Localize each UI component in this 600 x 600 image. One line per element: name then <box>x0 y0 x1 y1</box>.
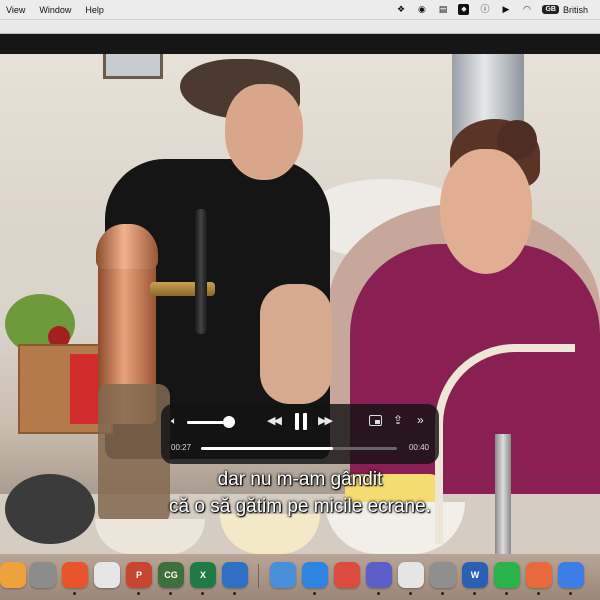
microsoft-office-icon[interactable] <box>94 562 120 588</box>
running-indicator <box>473 592 476 595</box>
current-time: 00:27 <box>171 443 192 452</box>
beer-tap-handle <box>195 209 207 334</box>
menu-bar: View Window Help ❖ ◉ ▤ ◆ ⓘ ▶ ◠ GB Britis… <box>0 0 600 20</box>
running-indicator <box>137 592 140 595</box>
word-icon[interactable]: W <box>462 562 488 588</box>
window-titlebar <box>0 20 600 34</box>
wall-picture <box>103 54 163 79</box>
menu-bar-left: View Window Help <box>0 5 104 15</box>
running-indicator <box>505 592 508 595</box>
running-indicator <box>441 592 444 595</box>
system-settings-icon[interactable] <box>430 562 456 588</box>
progress-fill <box>201 447 334 450</box>
running-indicator <box>409 592 412 595</box>
excel-icon[interactable]: X <box>190 562 216 588</box>
running-indicator <box>377 592 380 595</box>
picture-in-picture-button[interactable] <box>369 415 382 426</box>
quicktime-icon[interactable] <box>558 562 584 588</box>
dock: P CG X W <box>0 562 600 590</box>
info-icon[interactable]: ⓘ <box>479 4 490 15</box>
rewind-button[interactable]: ◀◀ <box>267 416 282 427</box>
subtitle-line-1: dar nu m-am gândit <box>217 469 383 490</box>
running-indicator <box>537 592 540 595</box>
subtitle-overlay: dar nu m-am gândit că o să gătim pe mici… <box>0 466 600 520</box>
more-options-button[interactable]: » <box>417 414 424 426</box>
desktop-screen: View Window Help ❖ ◉ ▤ ◆ ⓘ ▶ ◠ GB Britis… <box>0 0 600 600</box>
menu-help[interactable]: Help <box>85 5 104 15</box>
wifi-icon[interactable]: ◠ <box>521 4 532 15</box>
menu-view[interactable]: View <box>6 5 25 15</box>
play-icon[interactable]: ▶ <box>500 4 511 15</box>
camera-icon[interactable]: ◉ <box>416 4 427 15</box>
running-indicator <box>313 592 316 595</box>
clipboard-icon[interactable]: ▤ <box>437 4 448 15</box>
playback-controls: 🔈︎ ◀◀ ▶▶ ⇪ » 00:27 00:40 <box>161 404 439 464</box>
safari-icon[interactable] <box>302 562 328 588</box>
dock-separator <box>258 564 259 588</box>
mail-app-icon[interactable] <box>222 562 248 588</box>
volume-level <box>187 421 226 424</box>
volume-slider-knob[interactable] <box>223 416 236 428</box>
input-source-label: British <box>562 4 588 15</box>
running-indicator <box>201 592 204 595</box>
chrome-icon[interactable] <box>398 562 424 588</box>
perplexity-icon[interactable] <box>526 562 552 588</box>
keyboard-badge: GB <box>542 5 559 14</box>
running-indicator <box>569 592 572 595</box>
man-arm <box>260 284 332 404</box>
running-indicator <box>169 592 172 595</box>
cg-app-icon[interactable]: CG <box>158 562 184 588</box>
player-letterbox-top <box>0 34 600 54</box>
todoist-icon[interactable] <box>334 562 360 588</box>
share-button[interactable]: ⇪ <box>393 414 403 426</box>
subtitle-line-2: că o să gătim pe micile ecrane. <box>169 496 431 517</box>
powerpoint-icon[interactable]: P <box>126 562 152 588</box>
disk-utility-icon[interactable] <box>30 562 56 588</box>
teams-icon[interactable] <box>366 562 392 588</box>
dropbox-icon[interactable]: ❖ <box>395 4 406 15</box>
running-indicator <box>233 592 236 595</box>
whatsapp-icon[interactable] <box>494 562 520 588</box>
firefox-icon[interactable] <box>62 562 88 588</box>
woman-head <box>440 149 532 274</box>
volume-icon[interactable]: 🔈︎ <box>171 417 177 427</box>
vpn-icon[interactable]: ◆ <box>458 4 470 15</box>
pause-button[interactable] <box>294 413 308 430</box>
photos-icon[interactable] <box>0 562 26 588</box>
running-indicator <box>73 592 76 595</box>
migration-icon[interactable] <box>270 562 296 588</box>
menu-window[interactable]: Window <box>39 5 71 15</box>
duration-time: 00:40 <box>408 443 429 452</box>
input-source-menu[interactable]: GB British <box>542 5 588 15</box>
menu-bar-status: ❖ ◉ ▤ ◆ ⓘ ▶ ◠ GB British <box>395 4 600 15</box>
man-head <box>225 84 303 180</box>
fast-forward-button[interactable]: ▶▶ <box>318 416 333 427</box>
